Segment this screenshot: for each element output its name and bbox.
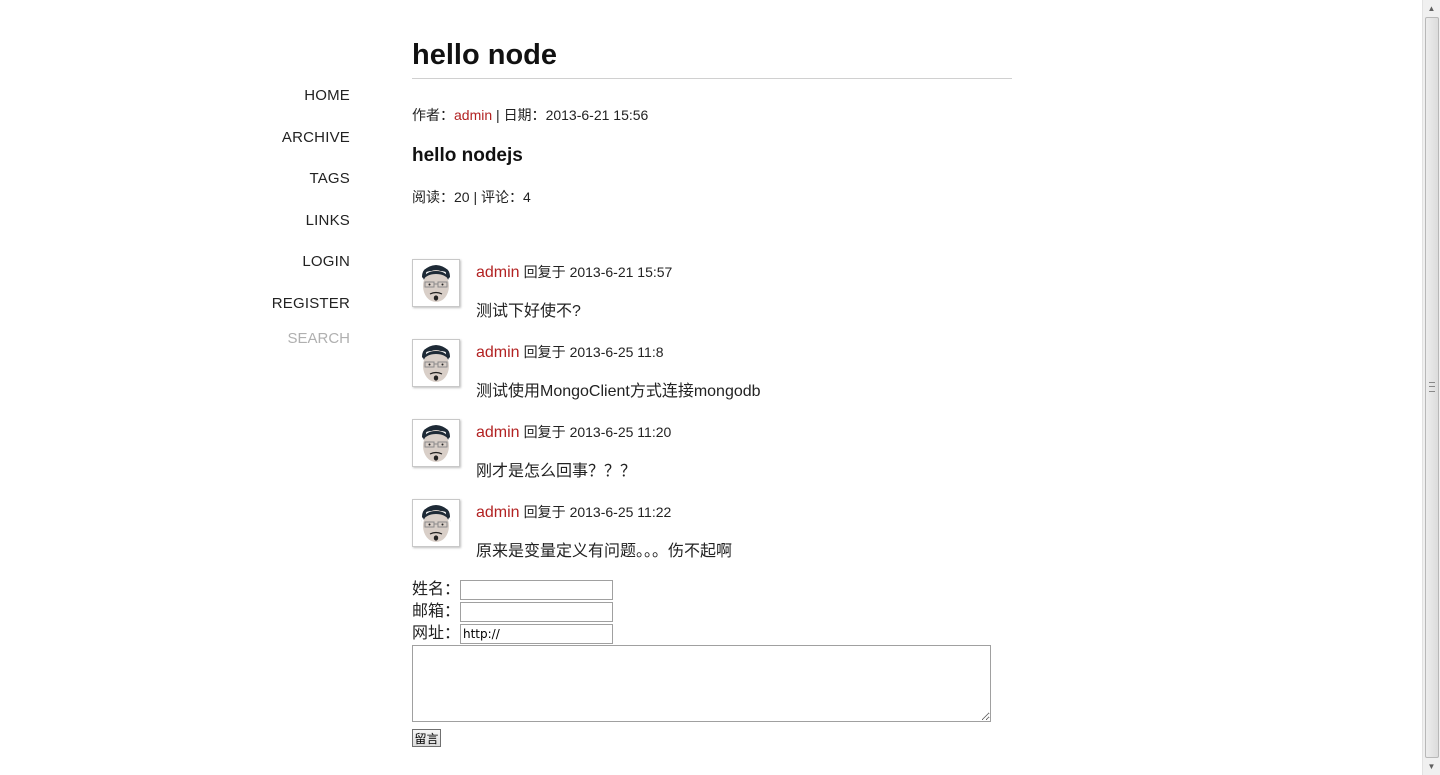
scrollbar-thumb[interactable] (1425, 17, 1439, 758)
comment-content: 刚才是怎么回事？？？ (476, 463, 637, 480)
search-box[interactable]: SEARCH (200, 329, 350, 349)
comment-content: 原来是变量定义有问题。。。伤不起啊 (476, 543, 733, 560)
comment-header: admin 回复于 2013-6-25 11:8 (476, 341, 664, 364)
reply-label: 回复于 (523, 344, 566, 360)
nav-tags-link[interactable]: TAGS (200, 169, 350, 189)
reply-label: 回复于 (523, 424, 566, 440)
meta-separator: | (492, 107, 504, 123)
comment-time: 2013-6-25 11:20 (569, 424, 672, 440)
comment-item: admin 回复于 2013-6-25 11:8 测试使用MongoClient方式连… (412, 339, 1012, 409)
read-count: 20 (454, 189, 470, 205)
comment-item: admin 回复于 2013-6-25 11:22 原来是变量定义有问题。。。伤不起啊 (412, 499, 1012, 569)
nav-register-link[interactable]: REGISTER (200, 294, 350, 314)
date-label: 日期： (503, 107, 546, 123)
post-title: hello node (412, 39, 557, 71)
name-row: 姓名： (412, 580, 613, 602)
comment-content: 测试使用MongoClient方式连接mongodb (476, 383, 761, 400)
comment-author-link[interactable]: admin (476, 504, 520, 521)
scroll-grip-icon (1429, 382, 1435, 392)
stats-separator: | (469, 189, 481, 205)
email-input[interactable] (460, 602, 613, 622)
website-label: 网址： (412, 625, 461, 642)
scroll-down-arrow-icon[interactable]: ▼ (1423, 758, 1440, 775)
comment-time: 2013-6-25 11:22 (569, 504, 672, 520)
nav-login-link[interactable]: LOGIN (200, 252, 350, 272)
read-label: 阅读： (412, 189, 454, 205)
post-date: 2013-6-21 15:56 (545, 107, 649, 123)
post-stats: 阅读：20 | 评论：4 (412, 187, 531, 207)
comment-header: admin 回复于 2013-6-21 15:57 (476, 261, 672, 284)
nav-archive-link[interactable]: ARCHIVE (200, 128, 350, 148)
comment-item: admin 回复于 2013-6-21 15:57 测试下好使不? (412, 259, 1012, 329)
vertical-scrollbar[interactable]: ▲ ▼ (1422, 0, 1440, 775)
avatar[interactable] (412, 339, 460, 387)
post-body: hello nodejs (412, 145, 523, 166)
reply-label: 回复于 (523, 264, 566, 280)
comment-count-label: 评论： (481, 189, 523, 205)
website-row: 网址： (412, 624, 613, 646)
avatar[interactable] (412, 259, 460, 307)
comment-content: 测试下好使不? (476, 303, 581, 320)
comment-time: 2013-6-25 11:8 (569, 344, 664, 360)
scroll-up-arrow-icon[interactable]: ▲ (1423, 0, 1440, 17)
website-input[interactable] (460, 624, 613, 644)
nav-home-link[interactable]: HOME (200, 86, 350, 106)
author-label: 作者： (412, 107, 454, 123)
comment-author-link[interactable]: admin (476, 344, 520, 361)
comment-author-link[interactable]: admin (476, 424, 520, 441)
email-row: 邮箱： (412, 602, 613, 624)
submit-comment-button[interactable]: 留言 (412, 729, 441, 747)
title-divider (412, 78, 1012, 79)
email-label: 邮箱： (412, 603, 461, 620)
name-label: 姓名： (412, 581, 461, 598)
nav-links-link[interactable]: LINKS (200, 211, 350, 231)
sidebar-nav: HOME ARCHIVE TAGS LINKS LOGIN REGISTER S… (200, 86, 350, 349)
post-author-link[interactable]: admin (454, 107, 492, 123)
comment-count: 4 (523, 189, 531, 205)
comment-item: admin 回复于 2013-6-25 11:20 刚才是怎么回事？？？ (412, 419, 1012, 489)
avatar[interactable] (412, 419, 460, 467)
comment-header: admin 回复于 2013-6-25 11:20 (476, 421, 671, 444)
comment-time: 2013-6-21 15:57 (569, 264, 673, 280)
name-input[interactable] (460, 580, 613, 600)
comment-header: admin 回复于 2013-6-25 11:22 (476, 501, 671, 524)
reply-label: 回复于 (523, 504, 566, 520)
avatar[interactable] (412, 499, 460, 547)
post-meta: 作者：admin | 日期：2013-6-21 15:56 (412, 105, 648, 125)
message-textarea[interactable] (412, 645, 991, 722)
comment-author-link[interactable]: admin (476, 264, 520, 281)
